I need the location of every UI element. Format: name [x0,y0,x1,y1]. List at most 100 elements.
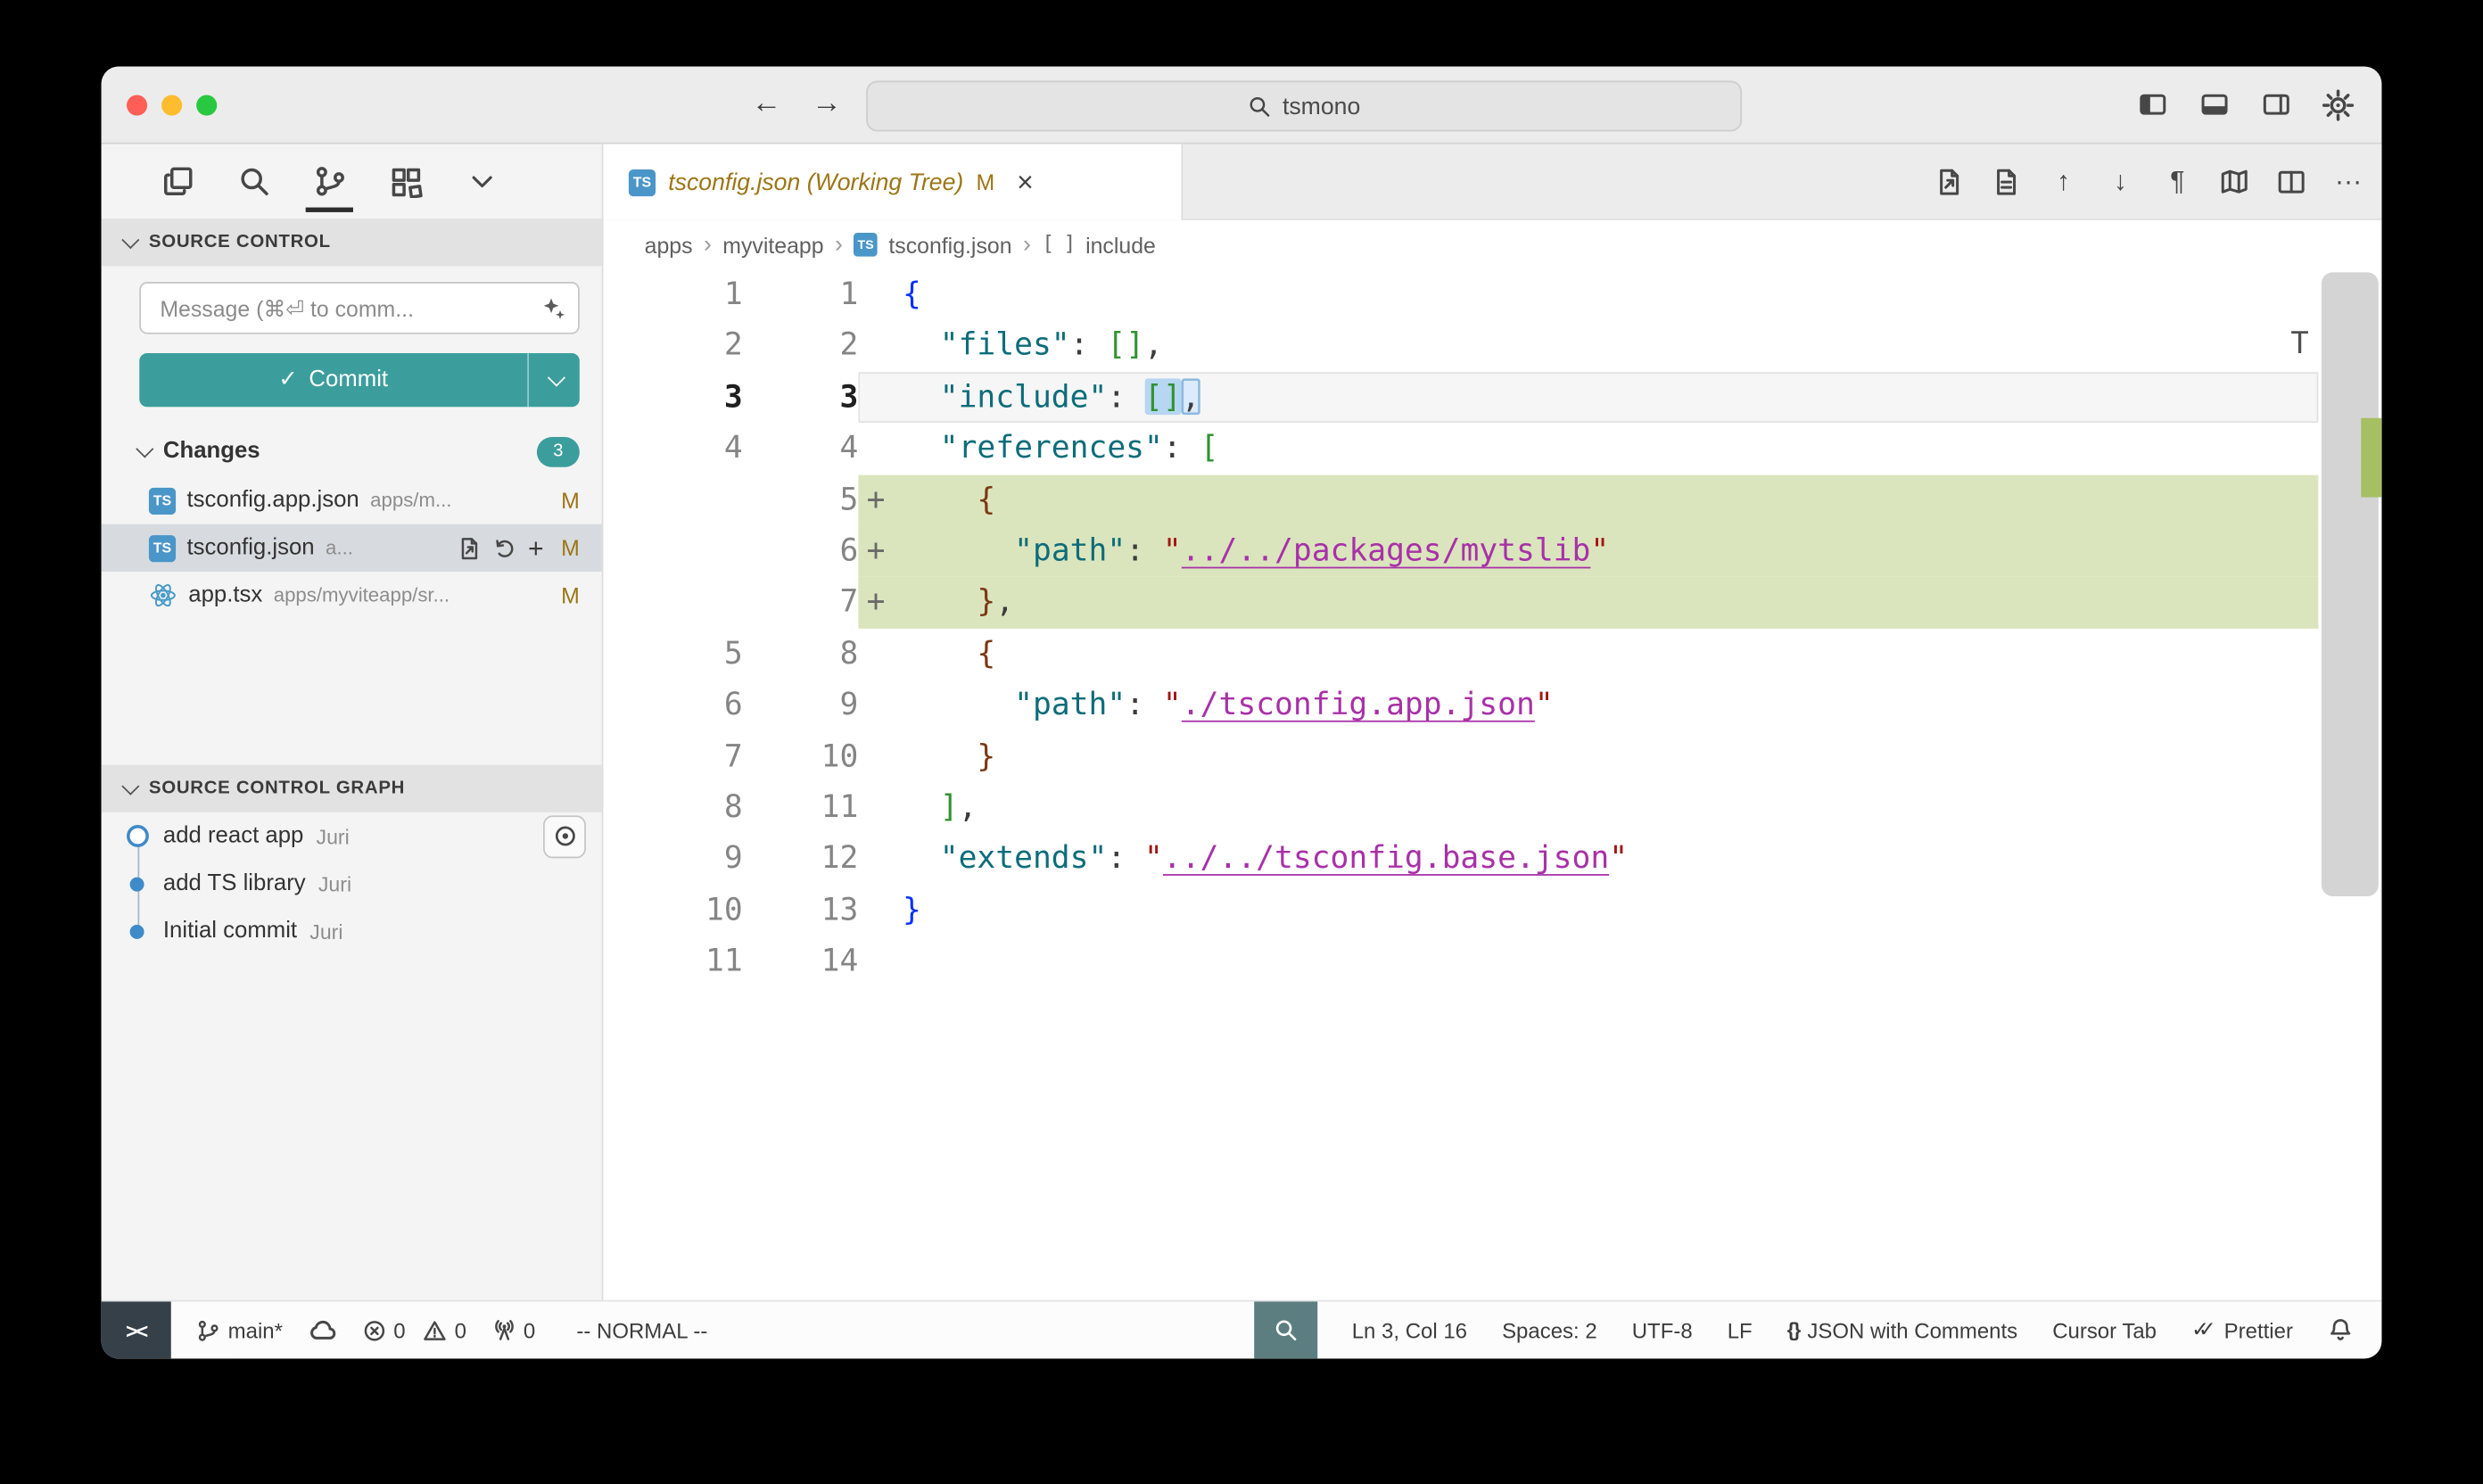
commit-button[interactable]: ✓Commit [139,353,580,407]
maximize-window-button[interactable] [196,95,217,115]
settings-gear-icon[interactable] [2318,86,2356,124]
git-status-modified-badge: M [561,582,580,607]
commit-message-input[interactable] [157,293,541,322]
code-line[interactable]: 7+ }, [603,577,2381,629]
commit-row[interactable]: add react appJuri [102,812,602,860]
formatter-indicator[interactable]: ✓✓ Prettier [2191,1317,2293,1342]
code-line[interactable]: 6+ "path": "../../packages/mytslib" [603,525,2381,577]
toggle-panel-icon[interactable] [2195,86,2233,124]
change-file-row[interactable]: TStsconfig.app.jsonapps/m...M [102,476,602,524]
minimize-window-button[interactable] [161,95,182,115]
split-editor-icon[interactable] [2274,164,2309,199]
explorer-icon[interactable] [160,158,194,205]
copilot-sparkle-icon[interactable] [541,296,565,320]
source-control-icon[interactable] [312,158,347,205]
breadcrumb-item-include[interactable]: include [1085,232,1156,257]
back-button[interactable]: ← [741,81,792,128]
original-line-number: 11 [603,936,742,987]
code-line[interactable]: 33 "include": [], [603,372,2381,424]
previous-change-icon[interactable]: ↑ [2046,164,2081,199]
commit-dropdown-button[interactable] [527,353,580,407]
more-actions-icon[interactable]: ··· [2331,164,2366,199]
forward-button[interactable]: → [801,81,852,128]
language-mode-indicator[interactable]: {} JSON with Comments [1787,1318,2017,1342]
code-line[interactable]: 1013} [603,885,2381,936]
changes-header[interactable]: Changes 3 [102,426,602,477]
diff-added-marker: + [867,577,886,629]
original-line-number [603,525,742,577]
braces-icon: {} [1787,1319,1800,1341]
search-value: tsmono [1283,93,1360,120]
source-control-section-header[interactable]: SOURCE CONTROL [102,218,602,266]
minimap-artifact: T [2290,326,2308,361]
code-line[interactable]: 1114 [603,936,2381,987]
breadcrumb-item-apps[interactable]: apps [645,232,693,257]
breadcrumb-item-myviteapp[interactable]: myviteapp [722,232,823,257]
next-change-icon[interactable]: ↓ [2103,164,2138,199]
file-path: apps/m... [370,490,532,512]
code-line-content: "path": "../../packages/mytslib" [858,525,2318,577]
minimap[interactable] [2318,269,2381,1300]
title-bar: ← → tsmono [102,67,2382,144]
tab-tsconfig-working-tree[interactable]: TS tsconfig.json (Working Tree) M × [603,144,1183,220]
extensions-icon[interactable] [388,158,423,205]
go-to-file-icon[interactable] [1989,164,2024,199]
toggle-secondary-sidebar-icon[interactable] [2256,86,2295,124]
code-line[interactable]: 22 "files": [], [603,320,2381,372]
eol-indicator[interactable]: LF [1728,1318,1753,1342]
error-count: 0 [393,1318,405,1342]
code-line[interactable]: 811 ], [603,782,2381,834]
original-line-number: 9 [603,833,742,885]
search-icon[interactable] [236,158,271,205]
change-file-row[interactable]: TStsconfig.jsona...+M [102,524,602,572]
minimap-slider[interactable] [2322,272,2379,896]
original-line-number: 4 [603,423,742,474]
cursor-position-indicator[interactable]: Ln 3, Col 16 [1352,1318,1467,1342]
commit-action-button[interactable] [543,814,586,857]
remote-indicator[interactable]: >< [102,1301,171,1358]
code-line[interactable]: 710 } [603,730,2381,782]
code-line[interactable]: 5+ { [603,474,2381,526]
breadcrumb-item-tsconfig[interactable]: tsconfig.json [888,232,1011,257]
code-line[interactable]: 58 { [603,628,2381,680]
code-line[interactable]: 11{ [603,269,2381,321]
modified-line-number: 12 [743,833,859,885]
code-line[interactable]: 912 "extends": "../../tsconfig.base.json… [603,833,2381,885]
close-tab-icon[interactable]: × [1017,166,1034,199]
modified-line-number: 13 [743,885,859,936]
command-center-search[interactable]: tsmono [866,81,1742,132]
code-line-content: "extends": "../../tsconfig.base.json" [858,833,2318,885]
code-line-content: "include": [], [858,372,2318,424]
map-icon[interactable] [2217,164,2252,199]
notifications-bell[interactable] [2328,1317,2353,1342]
code-line[interactable]: 44 "references": [ [603,423,2381,474]
zoom-indicator[interactable] [1254,1301,1317,1358]
commit-author: Juri [318,871,586,895]
additional-views-chevron-icon[interactable] [464,158,499,205]
vim-mode-indicator[interactable]: -- NORMAL -- [576,1318,707,1342]
code-line[interactable]: 69 "path": "./tsconfig.app.json" [603,680,2381,731]
open-file-icon[interactable] [458,536,483,560]
commit-row[interactable]: add TS libraryJuri [102,860,602,907]
ports-indicator[interactable]: 0 [491,1318,535,1342]
diff-editor[interactable]: 11{22 "files": [],33 "include": [],44 "r… [603,269,2381,1300]
branch-indicator[interactable]: main* [196,1318,283,1342]
open-changes-icon[interactable] [1932,164,1967,199]
original-line-number: 8 [603,782,742,834]
discard-changes-icon[interactable] [493,536,517,560]
sync-changes-button[interactable] [308,1319,336,1341]
stage-changes-icon[interactable]: + [528,534,544,561]
toggle-primary-sidebar-icon[interactable] [2133,86,2172,124]
toggle-whitespace-icon[interactable]: ¶ [2160,164,2195,199]
cursor-tab-indicator[interactable]: Cursor Tab [2052,1318,2157,1342]
commit-row[interactable]: Initial commitJuri [102,907,602,954]
change-file-row[interactable]: app.tsxapps/myviteapp/sr...M [102,572,602,619]
diff-added-marker: + [867,525,886,577]
source-control-graph-header[interactable]: SOURCE CONTROL GRAPH [102,765,602,812]
modified-line-number: 6+ [743,525,859,577]
encoding-indicator[interactable]: UTF-8 [1632,1318,1693,1342]
indentation-indicator[interactable]: Spaces: 2 [1502,1318,1597,1342]
file-name: tsconfig.app.json [187,488,359,513]
close-window-button[interactable] [127,95,147,115]
problems-indicator[interactable]: 0 0 [362,1318,466,1342]
